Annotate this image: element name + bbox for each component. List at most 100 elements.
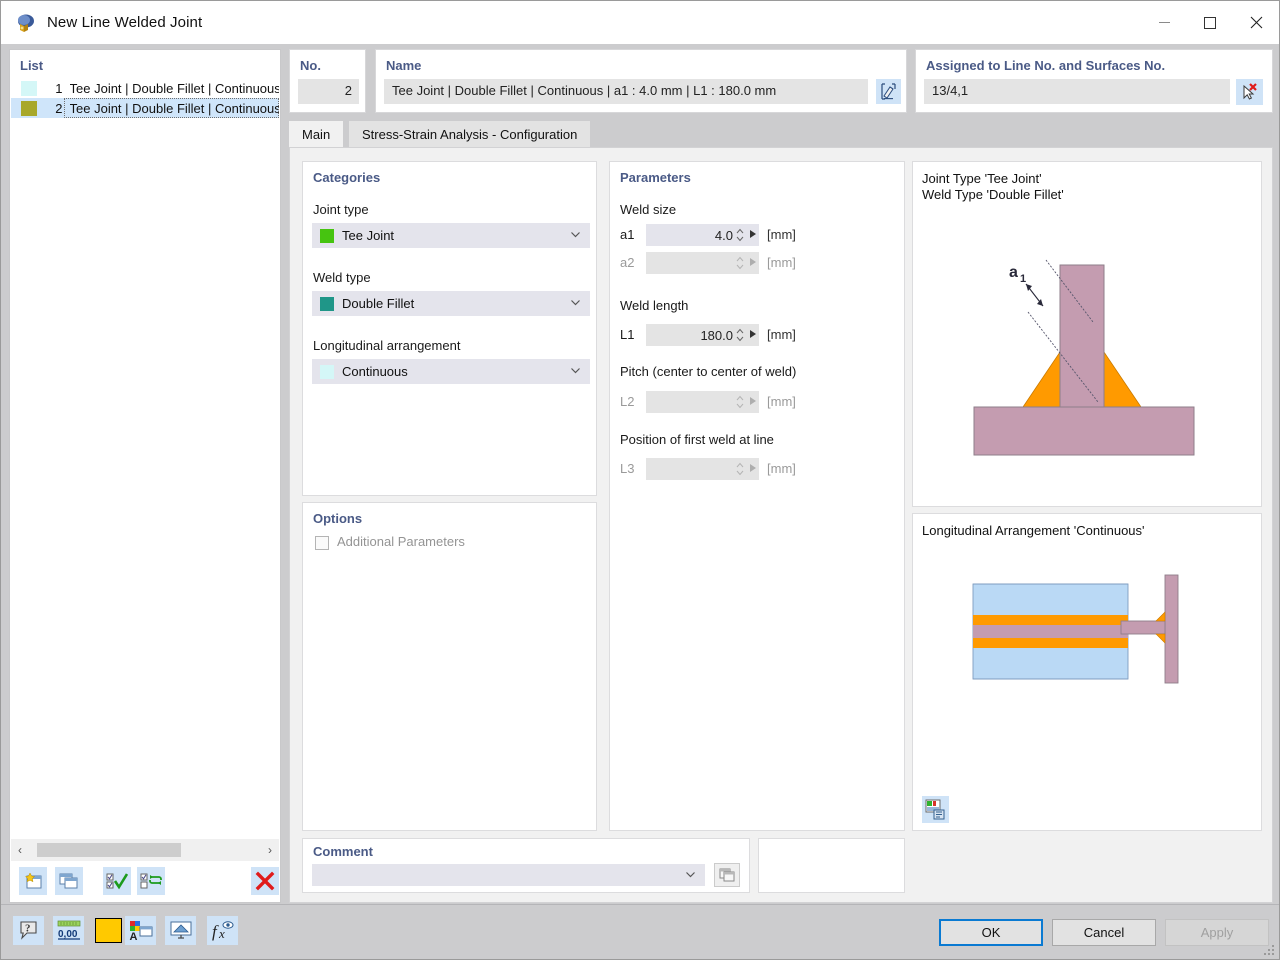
parameter-row-l1: L1 180.0 [mm] [620,324,880,346]
resize-grip[interactable] [1263,944,1275,956]
close-button[interactable] [1233,1,1279,44]
minimize-button[interactable] [1141,1,1187,44]
ok-button[interactable]: OK [939,919,1043,946]
scroll-right-icon[interactable]: › [261,839,279,861]
svg-text:?: ? [25,923,31,935]
svg-text:A: A [129,931,137,941]
l1-input[interactable]: 180.0 [646,324,759,346]
tab-stress-strain-analysis-configuration[interactable]: Stress-Strain Analysis - Configuration [349,121,591,147]
apply-button: Apply [1165,919,1269,946]
tab-strip: Main Stress-Strain Analysis - Configurat… [289,121,1273,147]
additional-parameters-checkbox[interactable] [315,536,329,550]
yellow-color-swatch-icon [95,918,122,943]
tee-joint-double-fillet-diagram: a 1 [973,259,1195,456]
list-item[interactable]: 2 Tee Joint | Double Fillet | Continuous… [11,98,279,118]
l3-input [646,458,759,480]
welded-joint-icon [15,12,37,34]
main-tab-page: Categories Joint type Tee Joint Weld typ… [289,147,1273,903]
scroll-left-icon[interactable]: ‹ [11,839,29,861]
parameter-name-l1: L1 [620,327,635,342]
parameter-row-a2: a2 [mm] [620,252,880,274]
longitudinal-arrangement-value: Continuous [342,364,408,379]
weld-type-value: Double Fillet [342,296,415,311]
l1-dropdown-icon[interactable] [750,330,756,338]
joint-type-combo[interactable]: Tee Joint [312,223,590,248]
joint-type-swatch [320,228,334,243]
view-button[interactable] [165,916,196,945]
parameter-row-l2: L2 [mm] [620,391,880,413]
categories-title: Categories [313,170,381,185]
help-button[interactable]: ? [13,916,44,945]
comment-title: Comment [313,844,373,859]
color-button[interactable] [93,916,124,945]
options-title: Options [313,511,363,526]
list-item-number: 2 [55,100,63,116]
formula-button[interactable]: f x [207,916,238,945]
window-controls [1141,1,1279,44]
joint-type-label: Joint type [313,202,369,217]
select-all-button[interactable] [103,867,131,895]
weld-type-caption: Weld Type 'Double Fillet' [922,187,1064,202]
comment-side-panel [758,838,905,893]
list-rows: 1 Tee Joint | Double Fillet | Continuous… [11,78,279,848]
pitch-label: Pitch (center to center of weld) [620,364,797,379]
chevron-down-icon [570,364,581,375]
window-title: New Line Welded Joint [47,14,203,31]
joint-preview-caption: Joint Type 'Tee Joint' Weld Type 'Double… [922,171,1064,203]
longitudinal-arrangement-combo[interactable]: Continuous [312,359,590,384]
number-field[interactable]: 2 [298,79,359,104]
parameters-panel: Parameters Weld size a1 4.0 [mm] a2 [mm]… [609,161,905,831]
maximize-button[interactable] [1187,1,1233,44]
svg-text:0,00: 0,00 [58,929,78,940]
spinner-arrows-icon[interactable] [736,327,744,343]
dialog-window: New Line Welded Joint List 1 Tee Joint |… [0,0,1280,960]
list-header: List [20,58,44,73]
l1-unit: [mm] [767,327,796,342]
weld-length-label: Weld length [620,298,689,313]
longitudinal-preview-panel: Longitudinal Arrangement 'Continuous' [912,513,1262,831]
options-panel: Options Additional Parameters [302,502,597,831]
scroll-track[interactable] [29,839,261,861]
list-toolbar [11,861,279,901]
tab-main[interactable]: Main [289,121,344,147]
comment-copy-button[interactable] [714,863,740,887]
a1-dimension-label: a [1009,264,1018,281]
joint-type-caption: Joint Type 'Tee Joint' [922,171,1042,186]
new-item-button[interactable] [19,867,47,895]
a1-input[interactable]: 4.0 [646,224,759,246]
joint-preview-panel: Joint Type 'Tee Joint' Weld Type 'Double… [912,161,1262,507]
svg-text:f: f [212,922,219,941]
l2-unit: [mm] [767,394,796,409]
longitudinal-preview-caption: Longitudinal Arrangement 'Continuous' [922,523,1145,538]
delete-item-button[interactable] [251,867,279,895]
comment-panel: Comment [302,838,750,893]
a1-dropdown-icon[interactable] [750,230,756,238]
svg-text:1: 1 [1020,273,1026,285]
pick-cursor-icon[interactable] [1236,79,1263,105]
units-button[interactable]: 0,00 [53,916,84,945]
comment-combo[interactable] [312,864,705,886]
display-properties-button[interactable]: A [125,916,156,945]
invert-selection-button[interactable] [137,867,165,895]
scroll-thumb[interactable] [37,843,181,857]
dialog-body: List 1 Tee Joint | Double Fillet | Conti… [1,44,1279,959]
cancel-button[interactable]: Cancel [1052,919,1156,946]
assigned-input[interactable]: 13/4,1 [924,79,1230,104]
chevron-down-icon [685,868,696,879]
spinner-arrows-icon[interactable] [736,227,744,243]
pencil-edit-icon[interactable] [876,79,901,104]
l3-dropdown-icon [750,464,756,472]
number-group-title: No. [300,58,321,73]
weld-type-combo[interactable]: Double Fillet [312,291,590,316]
parameter-name-a1: a1 [620,227,635,242]
spinner-arrows-icon [736,394,744,410]
name-input[interactable]: Tee Joint | Double Fillet | Continuous |… [384,79,868,104]
list-item[interactable]: 1 Tee Joint | Double Fillet | Continuous… [11,78,279,98]
continuous-arrangement-diagram [972,574,1179,684]
chevron-down-icon [570,296,581,307]
list-horizontal-scrollbar[interactable]: ‹ › [11,839,279,861]
copy-item-button[interactable] [55,867,83,895]
a2-dropdown-icon [750,258,756,266]
a2-unit: [mm] [767,255,796,270]
image-export-icon[interactable] [922,796,949,823]
